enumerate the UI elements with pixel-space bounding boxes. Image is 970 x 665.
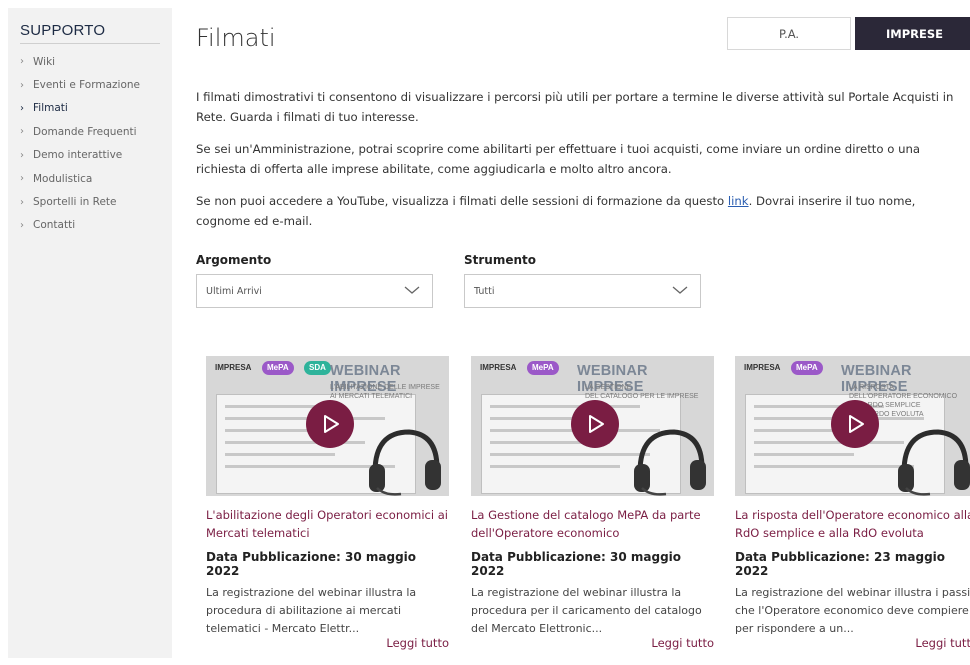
argomento-label: Argomento [196, 253, 272, 267]
intro-text: I filmati dimostrativi ti consentono di … [196, 88, 966, 244]
sidebar: SUPPORTO › Wiki › Eventi e Formazione › Fil… [8, 8, 172, 658]
argomento-selected-value: Ultimi Arrivi [206, 285, 262, 297]
sidebar-title: SUPPORTO [20, 22, 160, 44]
strumento-selected-value: Tutti [474, 285, 495, 297]
argomento-select[interactable]: Ultimi Arrivi [196, 274, 433, 308]
video-description: La registrazione del webinar illustra i … [735, 586, 970, 635]
mepa-badge: MePA [262, 361, 294, 375]
mepa-badge: MePA [527, 361, 559, 375]
strumento-select[interactable]: Tutti [464, 274, 701, 308]
read-more-link[interactable]: Leggi tutto [915, 636, 970, 650]
headset-icon [634, 429, 706, 496]
impresa-badge: IMPRESA [480, 363, 517, 372]
sidebar-item-filmati[interactable]: › Filmati [20, 97, 160, 120]
impresa-badge: IMPRESA [215, 363, 252, 372]
sidebar-item-label: Contatti [33, 219, 76, 232]
sidebar-item-label: Modulistica [33, 172, 93, 185]
sidebar-item-label: Eventi e Formazione [33, 79, 140, 92]
intro-paragraph-2: Se sei un'Amministrazione, potrai scopri… [196, 142, 921, 176]
sidebar-item-eventi[interactable]: › Eventi e Formazione [20, 73, 160, 96]
toggle-imprese-button[interactable]: IMPRESE [855, 17, 970, 50]
video-title-link[interactable]: L'abilitazione degli Operatori economici… [206, 506, 449, 542]
intro-paragraph-3: Se non puoi accedere a YouTube, visualiz… [196, 192, 966, 231]
video-description: La registrazione del webinar illustra la… [471, 586, 702, 635]
video-thumbnail[interactable]: IMPRESA MePA WEBINAR IMPRESE LA RISPOSTA… [735, 356, 970, 496]
read-more-link[interactable]: Leggi tutto [651, 636, 714, 650]
play-icon[interactable] [306, 400, 354, 448]
chevron-right-icon: › [20, 219, 24, 231]
video-title-link[interactable]: La risposta dell'Operatore economico all… [735, 506, 970, 542]
sidebar-item-faq[interactable]: › Domande Frequenti [20, 120, 160, 143]
video-card: IMPRESA MePA SDA WEBINAR IMPRESE L'ABILI… [206, 356, 449, 650]
sidebar-item-label: Demo interattive [33, 149, 123, 162]
chevron-right-icon: › [20, 56, 24, 68]
webinar-subtitle: LA GESTIONE DEL CATALOGO PER LE IMPRESE [585, 384, 699, 400]
chevron-down-icon [404, 286, 420, 294]
strumento-label: Strumento [464, 253, 537, 267]
publication-date: Data Pubblicazione: 30 maggio 2022 [206, 550, 417, 578]
play-icon[interactable] [571, 400, 619, 448]
chevron-right-icon: › [20, 196, 24, 208]
publication-date: Data Pubblicazione: 30 maggio 2022 [471, 550, 682, 578]
chevron-right-icon: › [20, 173, 24, 185]
sidebar-item-contatti[interactable]: › Contatti [20, 214, 160, 237]
chevron-right-icon: › [20, 149, 24, 161]
mepa-badge: MePA [791, 361, 823, 375]
page-title: Filmati [196, 24, 276, 52]
video-card: IMPRESA MePA WEBINAR IMPRESE LA GESTIONE… [471, 356, 714, 650]
intro-paragraph-1: I filmati dimostrativi ti consentono di … [196, 90, 954, 124]
intro-text-before-link: Se non puoi accedere a YouTube, visualiz… [196, 194, 728, 208]
formazione-link[interactable]: link [728, 194, 749, 208]
play-icon[interactable] [831, 400, 879, 448]
sidebar-item-label: Sportelli in Rete [33, 196, 117, 209]
sidebar-item-sportelli[interactable]: › Sportelli in Rete [20, 190, 160, 213]
publication-date: Data Pubblicazione: 23 maggio 2022 [735, 550, 946, 578]
headset-icon [369, 429, 441, 496]
sidebar-item-wiki[interactable]: › Wiki [20, 50, 160, 73]
sidebar-item-label: Domande Frequenti [33, 125, 137, 138]
impresa-badge: IMPRESA [744, 363, 781, 372]
chevron-right-icon: › [20, 102, 24, 114]
headset-icon [898, 429, 970, 496]
webinar-subtitle: L'ABILITAZIONE DELLE IMPRESE AI MERCATI T… [330, 384, 440, 400]
sda-badge: SDA [304, 361, 331, 375]
video-description: La registrazione del webinar illustra la… [206, 586, 417, 635]
video-title-link[interactable]: La Gestione del catalogo MePA da parte d… [471, 506, 714, 542]
video-thumbnail[interactable]: IMPRESA MePA WEBINAR IMPRESE LA GESTIONE… [471, 356, 714, 496]
sidebar-item-modulistica[interactable]: › Modulistica [20, 167, 160, 190]
sidebar-item-demo[interactable]: › Demo interattive [20, 144, 160, 167]
video-card: IMPRESA MePA WEBINAR IMPRESE LA RISPOSTA… [735, 356, 970, 650]
chevron-down-icon [672, 286, 688, 294]
toggle-pa-button[interactable]: P.A. [727, 17, 851, 50]
video-thumbnail[interactable]: IMPRESA MePA SDA WEBINAR IMPRESE L'ABILI… [206, 356, 449, 496]
sidebar-item-label: Wiki [33, 55, 56, 68]
chevron-right-icon: › [20, 79, 24, 91]
read-more-link[interactable]: Leggi tutto [386, 636, 449, 650]
chevron-right-icon: › [20, 126, 24, 138]
sidebar-item-label: Filmati [33, 102, 68, 115]
